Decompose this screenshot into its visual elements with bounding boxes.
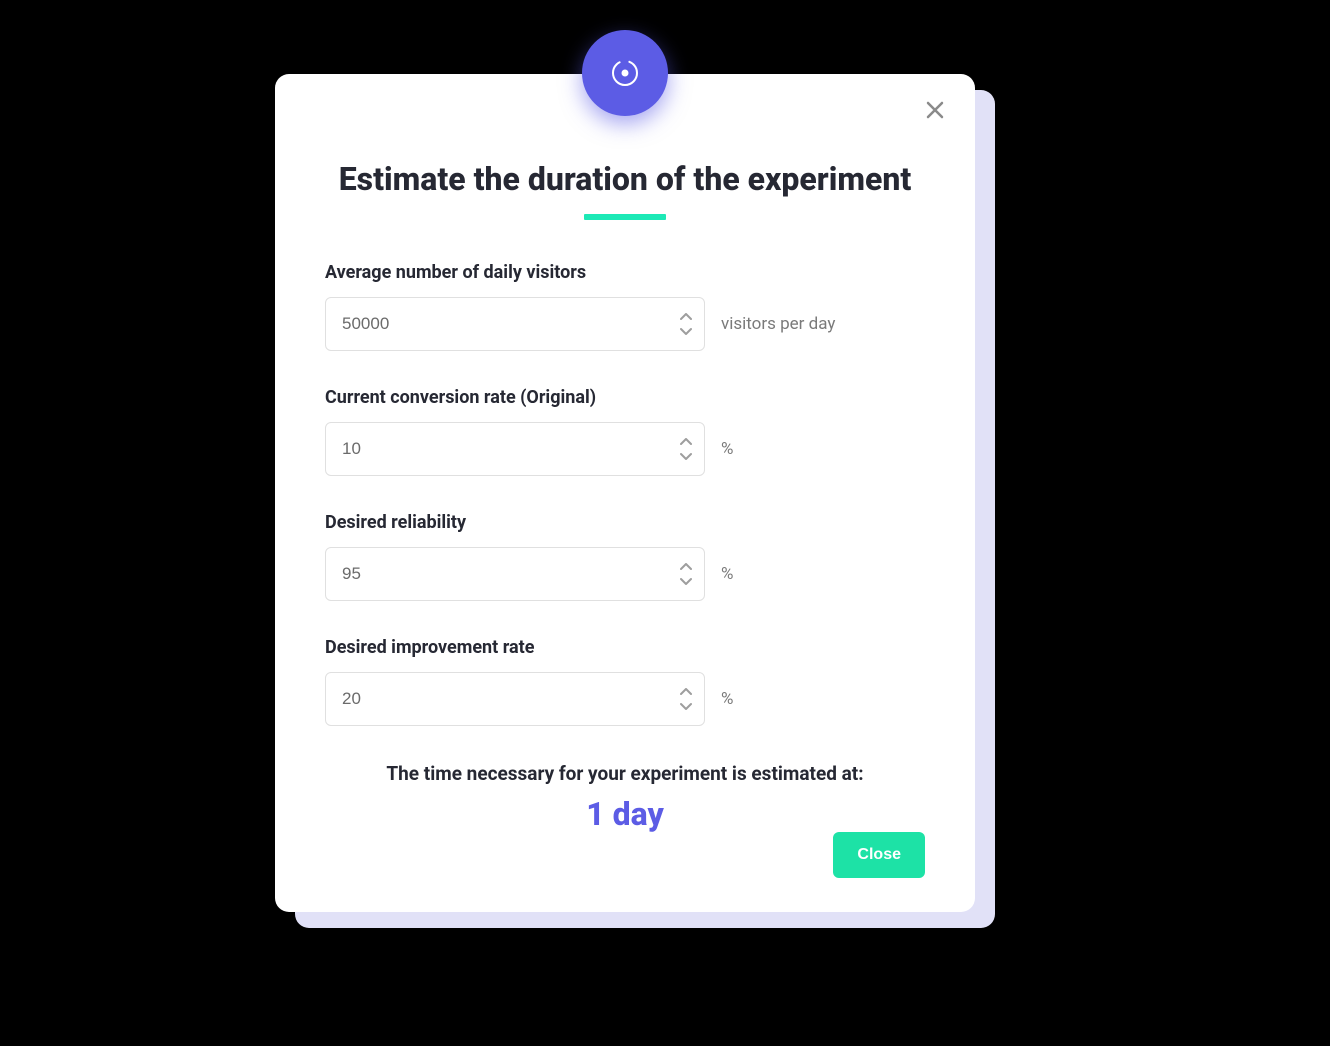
improvement-step-up[interactable] bbox=[677, 686, 695, 698]
result-label: The time necessary for your experiment i… bbox=[325, 762, 925, 785]
reliability-label: Desired reliability bbox=[325, 512, 925, 533]
visitors-step-up[interactable] bbox=[677, 311, 695, 323]
conversion-label: Current conversion rate (Original) bbox=[325, 387, 925, 408]
close-icon[interactable] bbox=[921, 96, 949, 124]
reliability-input-row: % bbox=[325, 547, 925, 601]
conversion-unit: % bbox=[721, 439, 733, 459]
reliability-step-up[interactable] bbox=[677, 561, 695, 573]
field-visitors: Average number of daily visitors visitor… bbox=[325, 262, 925, 351]
reliability-input-wrap bbox=[325, 547, 705, 601]
conversion-input-wrap bbox=[325, 422, 705, 476]
result-value: 1 day bbox=[325, 795, 925, 833]
modal-badge-icon bbox=[582, 30, 668, 116]
reliability-unit: % bbox=[721, 564, 733, 584]
target-icon bbox=[608, 56, 642, 90]
visitors-input[interactable] bbox=[325, 297, 705, 351]
improvement-label: Desired improvement rate bbox=[325, 637, 925, 658]
field-reliability: Desired reliability % bbox=[325, 512, 925, 601]
improvement-input-row: % bbox=[325, 672, 925, 726]
improvement-spinner bbox=[677, 686, 695, 712]
conversion-step-down[interactable] bbox=[677, 450, 695, 462]
visitors-input-wrap bbox=[325, 297, 705, 351]
field-conversion: Current conversion rate (Original) % bbox=[325, 387, 925, 476]
visitors-label: Average number of daily visitors bbox=[325, 262, 925, 283]
conversion-step-up[interactable] bbox=[677, 436, 695, 448]
title-underline bbox=[584, 214, 666, 220]
modal-title: Estimate the duration of the experiment bbox=[325, 160, 925, 198]
conversion-input-row: % bbox=[325, 422, 925, 476]
improvement-unit: % bbox=[721, 689, 733, 709]
conversion-input[interactable] bbox=[325, 422, 705, 476]
visitors-spinner bbox=[677, 311, 695, 337]
reliability-spinner bbox=[677, 561, 695, 587]
improvement-step-down[interactable] bbox=[677, 700, 695, 712]
improvement-input[interactable] bbox=[325, 672, 705, 726]
experiment-duration-modal: Estimate the duration of the experiment … bbox=[275, 74, 975, 912]
improvement-input-wrap bbox=[325, 672, 705, 726]
close-button[interactable]: Close bbox=[833, 832, 925, 878]
visitors-step-down[interactable] bbox=[677, 325, 695, 337]
visitors-unit: visitors per day bbox=[721, 314, 835, 334]
field-improvement: Desired improvement rate % bbox=[325, 637, 925, 726]
reliability-step-down[interactable] bbox=[677, 575, 695, 587]
reliability-input[interactable] bbox=[325, 547, 705, 601]
conversion-spinner bbox=[677, 436, 695, 462]
visitors-input-row: visitors per day bbox=[325, 297, 925, 351]
